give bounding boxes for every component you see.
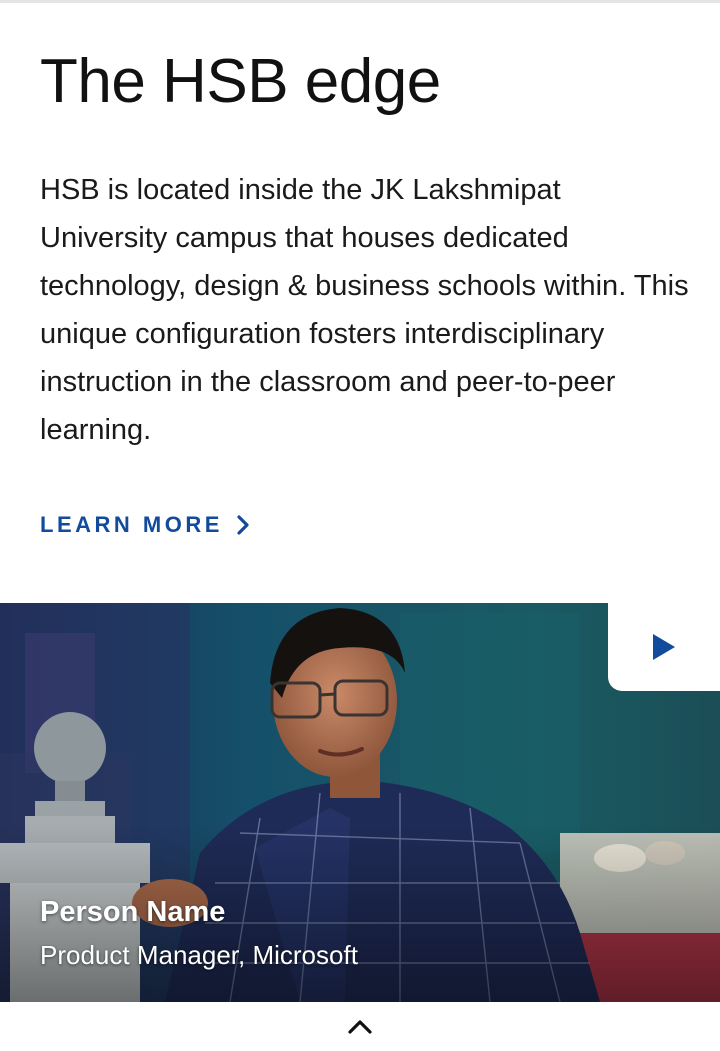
chevron-right-icon	[237, 515, 249, 535]
scroll-to-top-button[interactable]	[340, 1012, 380, 1042]
learn-more-link[interactable]: LEARN MORE	[40, 507, 251, 543]
page-title: The HSB edge	[40, 47, 441, 116]
play-button[interactable]	[608, 603, 720, 691]
person-name: Person Name	[40, 896, 226, 928]
bottom-bar	[0, 1002, 720, 1051]
learn-more-label: LEARN MORE	[40, 512, 223, 537]
section-description: HSB is located inside the JK Lakshmipat …	[40, 174, 689, 446]
play-icon	[653, 634, 675, 660]
testimonial-video-card[interactable]: Person Name Product Manager, Microsoft	[0, 603, 720, 1002]
person-role: Product Manager, Microsoft	[40, 940, 358, 970]
chevron-up-icon	[348, 1020, 372, 1034]
top-divider	[0, 0, 720, 3]
